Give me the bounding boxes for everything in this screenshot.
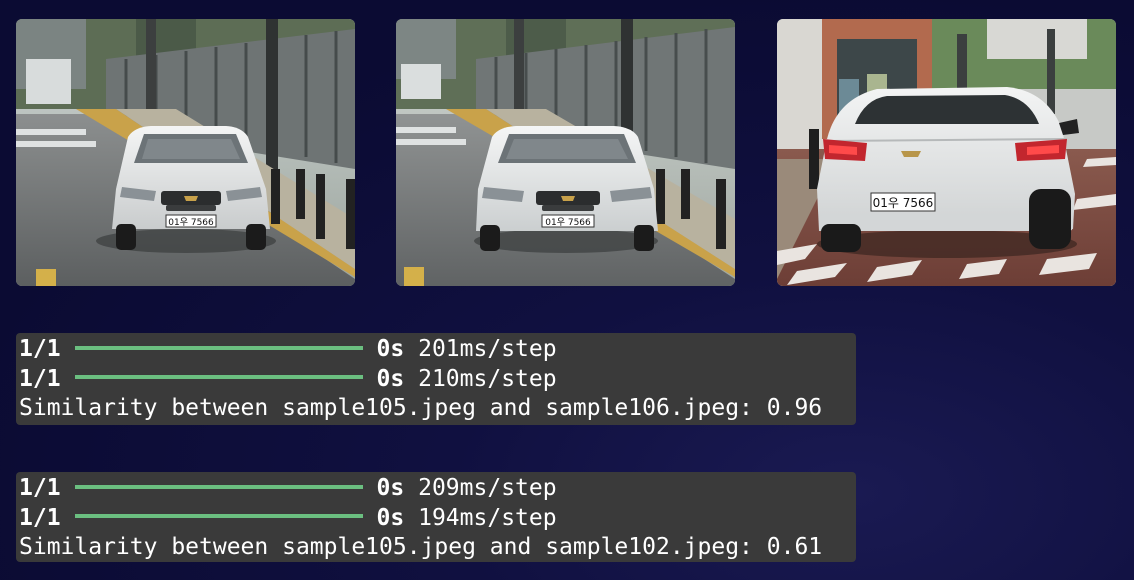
step-counter: 1/1 (19, 365, 61, 392)
progress-line: 1/1 0s 194ms/step (19, 504, 856, 534)
car-photo-front-1: 01우 7566 (16, 19, 355, 286)
license-plate-text: 01우 7566 (168, 217, 214, 228)
elapsed-time: 0s (376, 365, 405, 392)
license-plate-text: 01우 7566 (545, 217, 591, 228)
car-image-front-2: 01우 7566 (396, 19, 735, 286)
car-photo-front-2: 01우 7566 (396, 19, 735, 286)
progress-line: 1/1 0s 201ms/step (19, 335, 856, 365)
progress-bar (74, 484, 363, 489)
step-counter: 1/1 (19, 475, 61, 501)
step-rate: 210ms/step (418, 365, 557, 392)
elapsed-time: 0s (376, 336, 405, 362)
progress-line: 1/1 0s 210ms/step (19, 365, 856, 395)
license-plate-text: 01우 7566 (873, 196, 934, 210)
step-rate: 194ms/step (418, 504, 557, 531)
car-image-rear: 01우 7566 (777, 19, 1116, 286)
elapsed-time: 0s (376, 504, 405, 531)
step-rate: 201ms/step (418, 336, 557, 362)
car-photo-rear: 01우 7566 (777, 19, 1116, 286)
output-cell-1: 1/1 0s 201ms/step 1/1 0s 210ms/step Simila… (16, 333, 856, 425)
car-image-front-1: 01우 7566 (16, 19, 355, 286)
similarity-result: Similarity between sample105.jpeg and sa… (19, 534, 823, 560)
similarity-result: Similarity between sample105.jpeg and sa… (19, 395, 823, 421)
step-rate: 209ms/step (418, 475, 557, 501)
progress-bar (74, 514, 363, 518)
progress-line: 1/1 0s 209ms/step (19, 474, 856, 504)
step-counter: 1/1 (19, 504, 61, 531)
output-cell-2: 1/1 0s 209ms/step 1/1 0s 194ms/step Simila… (16, 472, 856, 562)
progress-bar (74, 375, 363, 379)
step-counter: 1/1 (19, 336, 61, 362)
elapsed-time: 0s (376, 475, 405, 501)
progress-bar (74, 345, 363, 350)
